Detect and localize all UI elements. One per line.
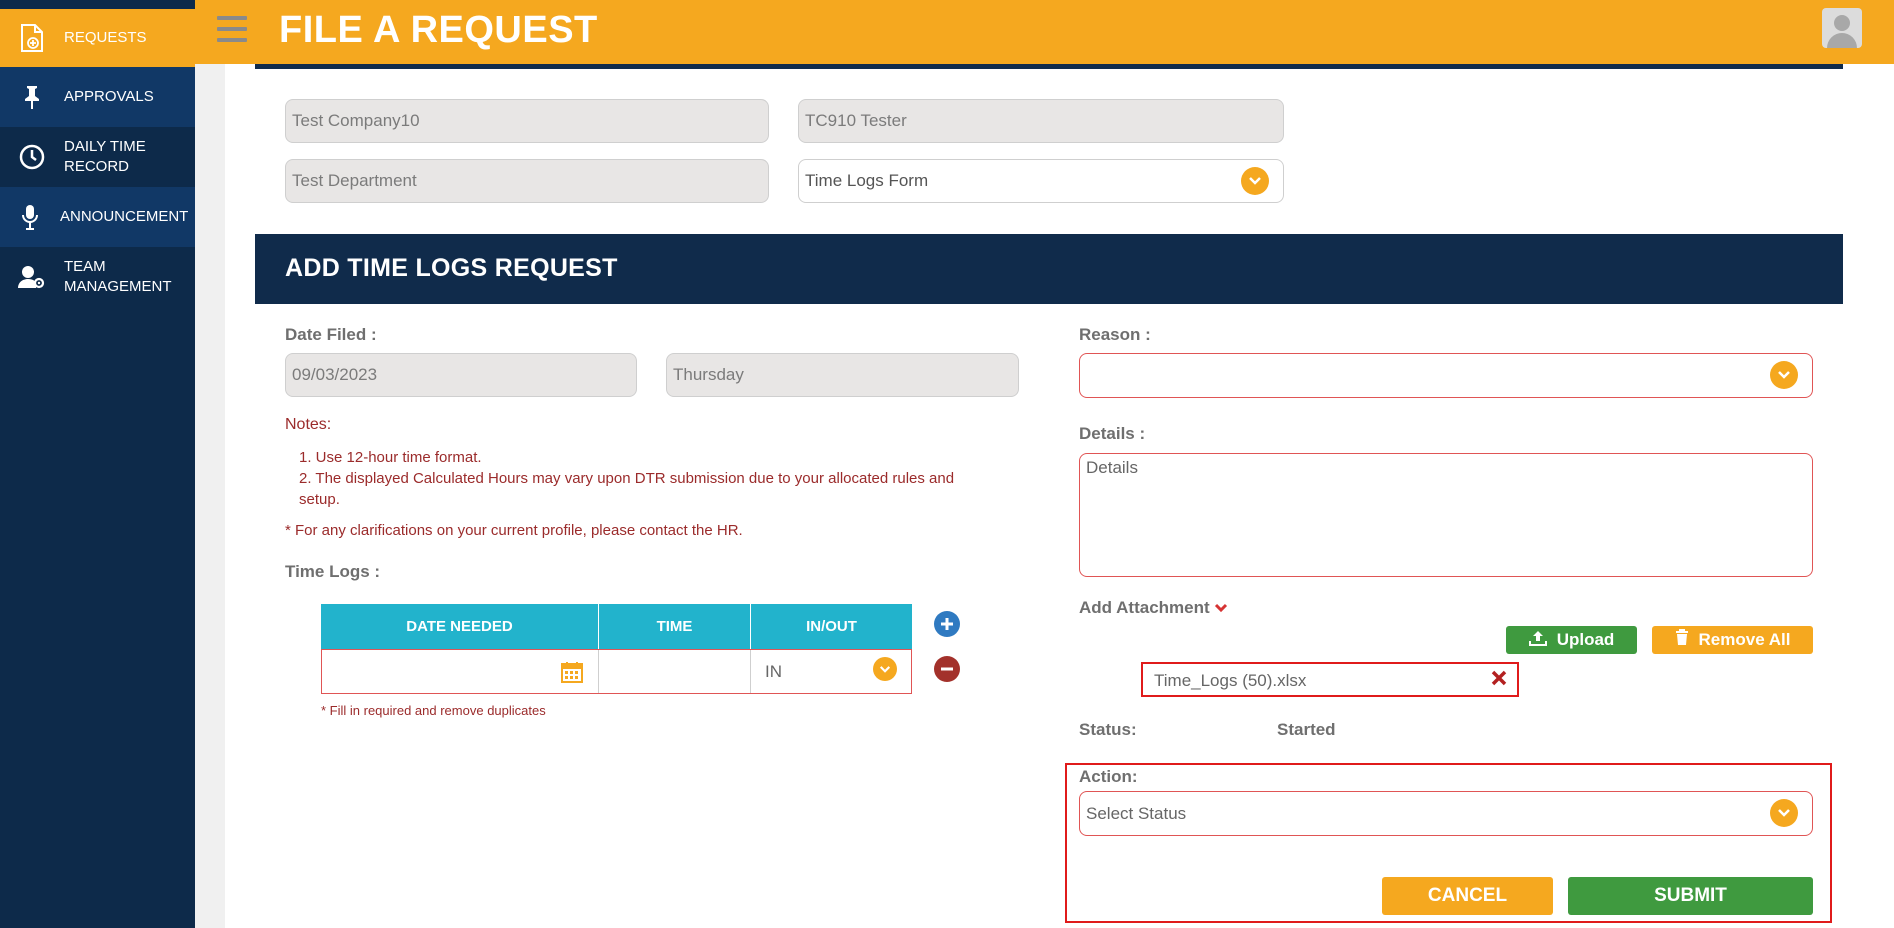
table-header: DATE NEEDED TIME IN/OUT xyxy=(321,604,912,649)
note-item: 1. Use 12-hour time format. xyxy=(299,449,482,466)
avatar[interactable] xyxy=(1822,8,1862,48)
sidebar-item-label: APPROVALS xyxy=(64,88,154,105)
sidebar-item-approvals[interactable]: APPROVALS xyxy=(0,67,195,127)
remove-file-icon[interactable] xyxy=(1491,670,1507,691)
attachment-toggle[interactable]: Add Attachment xyxy=(1079,598,1228,618)
note-item: 2. The displayed Calculated Hours may va… xyxy=(299,470,955,508)
submit-button[interactable]: SUBMIT xyxy=(1568,877,1813,915)
file-name: Time_Logs (50).xlsx xyxy=(1154,671,1307,690)
notes-label: Notes: xyxy=(285,416,332,433)
details-textarea[interactable]: Details xyxy=(1079,453,1813,577)
top-divider xyxy=(255,64,1843,69)
chevron-down-icon xyxy=(1770,361,1798,389)
section-title: ADD TIME LOGS REQUEST xyxy=(285,254,618,282)
status-value: Started xyxy=(1277,720,1336,739)
hamburger-menu-icon[interactable] xyxy=(217,16,247,42)
top-header: FILE A REQUEST xyxy=(195,0,1894,64)
chevron-down-icon xyxy=(1214,598,1228,617)
sidebar-item-announcement[interactable]: ANNOUNCEMENT xyxy=(0,187,195,247)
reason-select[interactable] xyxy=(1079,353,1813,398)
table-row: IN xyxy=(321,649,912,694)
cancel-button[interactable]: CANCEL xyxy=(1382,877,1553,915)
chevron-down-icon xyxy=(1241,167,1269,195)
action-select[interactable]: Select Status xyxy=(1079,791,1813,836)
remove-all-button[interactable]: Remove All xyxy=(1652,626,1813,654)
company-field: Test Company10 xyxy=(285,99,769,143)
upload-label: Upload xyxy=(1556,630,1615,649)
user-gear-icon xyxy=(0,264,64,290)
upload-icon xyxy=(1528,630,1547,651)
date-filed-label: Date Filed : xyxy=(285,325,377,344)
add-row-icon[interactable] xyxy=(934,611,960,637)
attachment-file-item: Time_Logs (50).xlsx xyxy=(1141,662,1519,697)
status-label: Status: xyxy=(1079,720,1137,739)
date-filed-field: 09/03/2023 xyxy=(285,353,637,397)
sidebar-item-label: REQUESTS xyxy=(64,29,147,46)
time-logs-table: DATE NEEDED TIME IN/OUT IN xyxy=(321,604,912,694)
sidebar-item-team-management[interactable]: TEAM MANAGEMENT xyxy=(0,247,195,307)
department-field: Test Department xyxy=(285,159,769,203)
action-label: Action: xyxy=(1079,767,1138,786)
sidebar: REQUESTS APPROVALS DAILY TIME RECORD ANN… xyxy=(0,0,195,928)
sidebar-item-label: TEAM MANAGEMENT xyxy=(64,258,172,295)
remove-row-icon[interactable] xyxy=(934,656,960,682)
clarification-note: * For any clarifications on your current… xyxy=(285,522,743,539)
action-value: Select Status xyxy=(1086,804,1187,823)
employee-name-field: TC910 Tester xyxy=(798,99,1284,143)
date-needed-input[interactable] xyxy=(322,650,599,693)
trash-icon xyxy=(1675,629,1689,651)
chevron-down-icon xyxy=(873,657,897,681)
remove-all-label: Remove All xyxy=(1698,630,1791,649)
inout-value: IN xyxy=(765,662,782,681)
day-field: Thursday xyxy=(666,353,1019,397)
details-label: Details : xyxy=(1079,424,1146,443)
attachment-label: Add Attachment xyxy=(1079,598,1210,617)
section-header: ADD TIME LOGS REQUEST xyxy=(255,234,1843,304)
time-logs-label: Time Logs : xyxy=(285,562,381,581)
column-header: IN/OUT xyxy=(806,618,857,635)
clock-icon xyxy=(0,144,64,170)
form-type-value: Time Logs Form xyxy=(805,171,929,190)
calendar-icon[interactable] xyxy=(560,660,584,689)
microphone-icon xyxy=(0,203,60,231)
page-title: FILE A REQUEST xyxy=(279,9,598,51)
column-header: DATE NEEDED xyxy=(321,604,599,649)
upload-button[interactable]: Upload xyxy=(1506,626,1637,654)
pin-icon xyxy=(0,84,64,110)
column-header: TIME xyxy=(599,604,751,649)
form-type-select[interactable]: Time Logs Form xyxy=(798,159,1284,203)
reason-label: Reason : xyxy=(1079,325,1151,344)
sidebar-item-label: ANNOUNCEMENT xyxy=(60,208,189,225)
time-input[interactable] xyxy=(599,650,751,693)
sidebar-item-requests[interactable]: REQUESTS xyxy=(0,9,195,67)
chevron-down-icon xyxy=(1770,799,1798,827)
fill-note: * Fill in required and remove duplicates xyxy=(321,703,546,718)
sidebar-item-daily-time-record[interactable]: DAILY TIME RECORD xyxy=(0,127,195,187)
file-plus-icon xyxy=(0,23,64,53)
inout-select[interactable]: IN xyxy=(751,650,911,693)
sidebar-item-label: DAILY TIME RECORD xyxy=(64,138,146,175)
